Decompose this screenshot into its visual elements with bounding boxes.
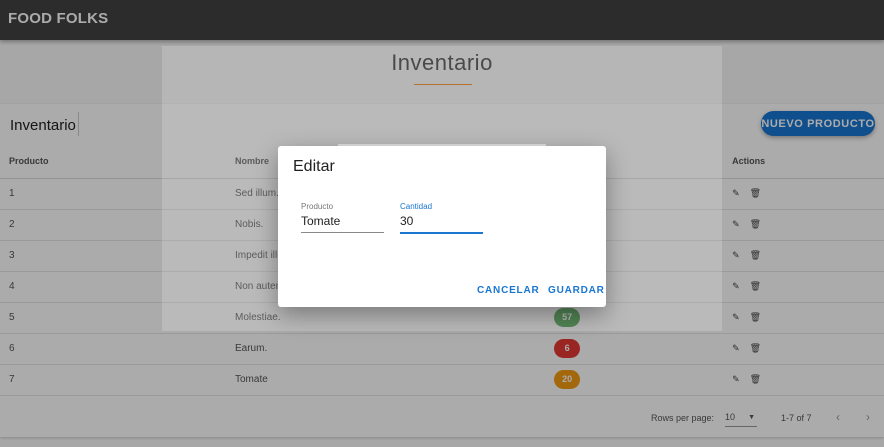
cantidad-field[interactable]: Cantidad 30: [400, 202, 483, 234]
cantidad-label: Cantidad: [400, 202, 433, 211]
edit-dialog: Editar Producto Tomate Cantidad 30 CANCE…: [278, 146, 606, 307]
cantidad-input[interactable]: 30: [400, 214, 483, 234]
producto-field[interactable]: Producto Tomate: [301, 202, 384, 233]
producto-label: Producto: [301, 202, 334, 211]
save-button[interactable]: GUARDAR: [548, 285, 605, 296]
cancel-button[interactable]: CANCELAR: [477, 285, 540, 296]
producto-input[interactable]: Tomate: [301, 214, 384, 233]
dialog-title: Editar: [293, 158, 335, 175]
